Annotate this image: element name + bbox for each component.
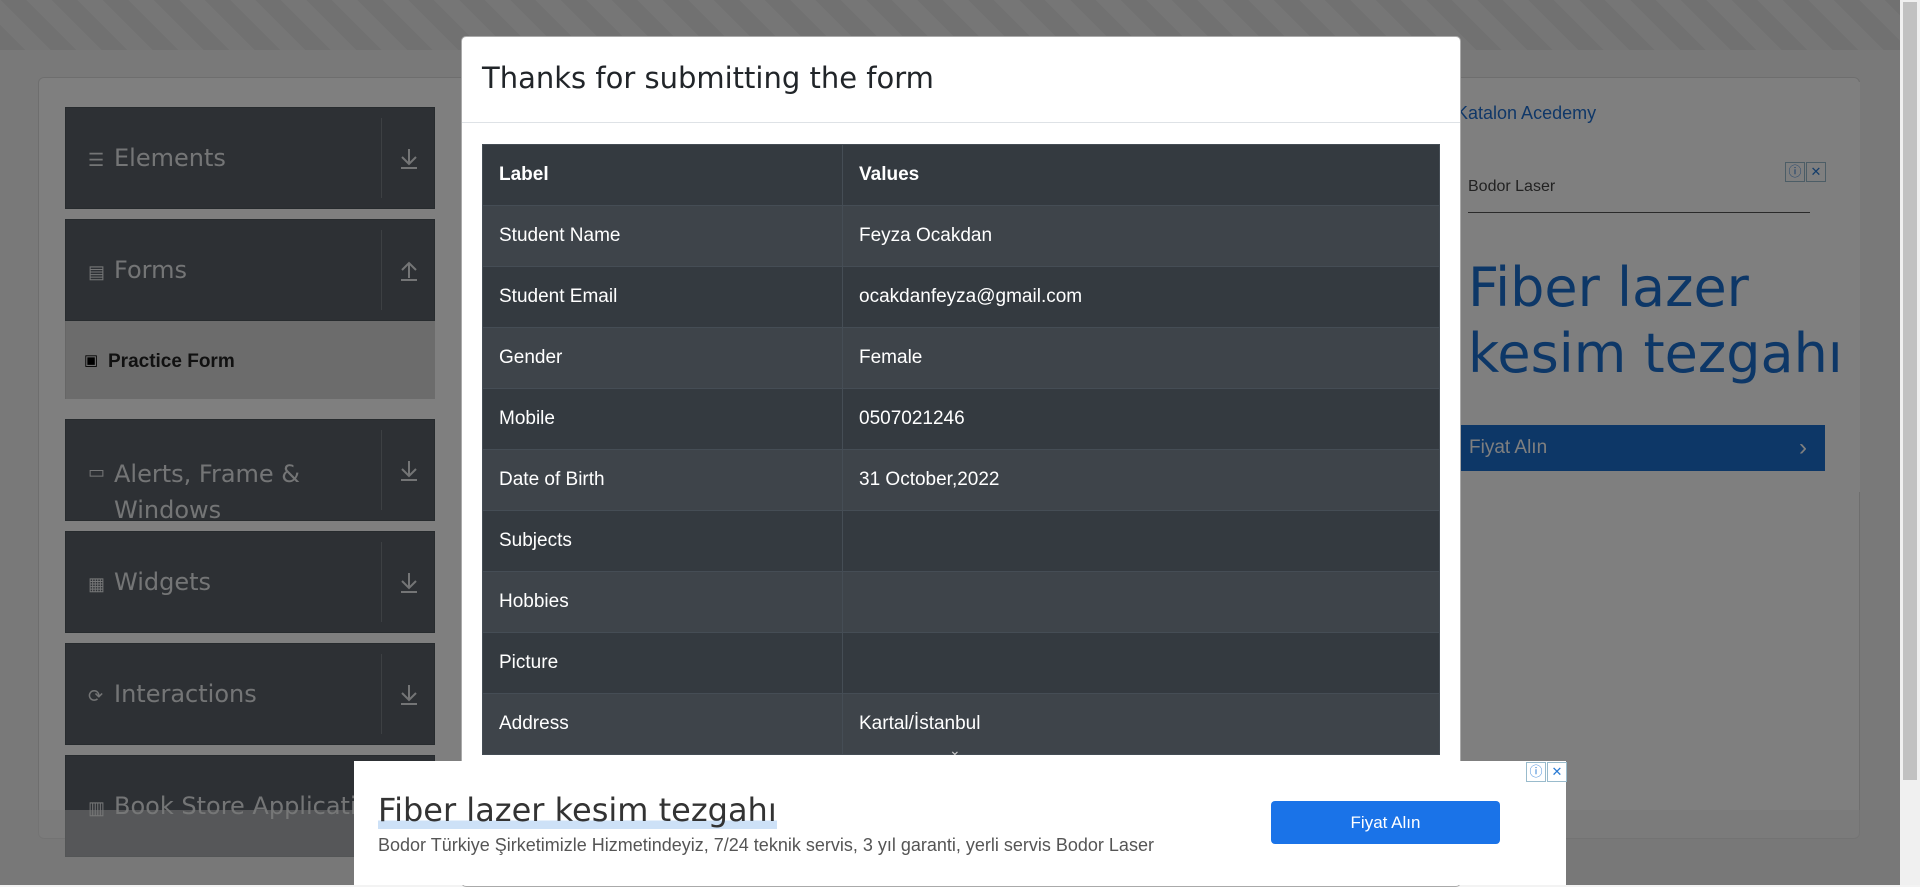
row-label: Address: [482, 693, 843, 755]
scrollbar[interactable]: [1900, 0, 1920, 885]
row-label: Mobile: [482, 388, 843, 450]
ad-headline[interactable]: Fiber lazer kesim tezgahı: [378, 791, 777, 829]
table-row: Picture: [482, 632, 1440, 694]
row-label: Picture: [482, 632, 843, 694]
table-header-row: Label Values: [482, 144, 1440, 206]
table-row: Hobbies: [482, 571, 1440, 633]
row-value: 31 October,2022: [842, 449, 1440, 511]
row-value: Female: [842, 327, 1440, 389]
ad-close-icon[interactable]: ✕: [1547, 762, 1567, 782]
table-row: Student Name Feyza Ocakdan: [482, 205, 1440, 267]
row-label: Date of Birth: [482, 449, 843, 511]
ad-description: Bodor Türkiye Şirketimizle Hizmetindeyiz…: [378, 835, 1154, 855]
results-table: Label Values Student Name Feyza Ocakdan S…: [482, 144, 1440, 755]
table-row: Subjects: [482, 510, 1440, 572]
row-value: [842, 571, 1440, 633]
table-row: Mobile 0507021246: [482, 388, 1440, 450]
row-value: ocakdanfeyza@gmail.com: [842, 266, 1440, 328]
row-label: Gender: [482, 327, 843, 389]
row-value: Feyza Ocakdan: [842, 205, 1440, 267]
bottom-ad[interactable]: ⓘ ✕ Fiber lazer kesim tezgahı Bodor Türk…: [354, 761, 1567, 885]
ad-info-icon[interactable]: ⓘ: [1526, 762, 1546, 782]
table-row: Date of Birth 31 October,2022: [482, 449, 1440, 511]
ad-cta-button[interactable]: Fiyat Alın: [1271, 801, 1500, 844]
row-label: Hobbies: [482, 571, 843, 633]
row-label: Subjects: [482, 510, 843, 572]
row-value: [842, 510, 1440, 572]
row-value: Kartal/İstanbul: [842, 693, 1440, 755]
row-label: Student Email: [482, 266, 843, 328]
row-label: Student Name: [482, 205, 843, 267]
row-value: [842, 632, 1440, 694]
scrollbar-thumb[interactable]: [1903, 2, 1917, 780]
row-value: 0507021246: [842, 388, 1440, 450]
table-row: Student Email ocakdanfeyza@gmail.com: [482, 266, 1440, 328]
submission-modal: Thanks for submitting the form Label Val…: [461, 36, 1461, 887]
modal-title: Thanks for submitting the form: [462, 37, 1460, 123]
chevron-down-icon: ⌄: [949, 742, 961, 758]
column-header: Label: [482, 144, 843, 206]
column-header: Values: [842, 144, 1440, 206]
table-row: Gender Female: [482, 327, 1440, 389]
table-row: Address Kartal/İstanbul: [482, 693, 1440, 755]
